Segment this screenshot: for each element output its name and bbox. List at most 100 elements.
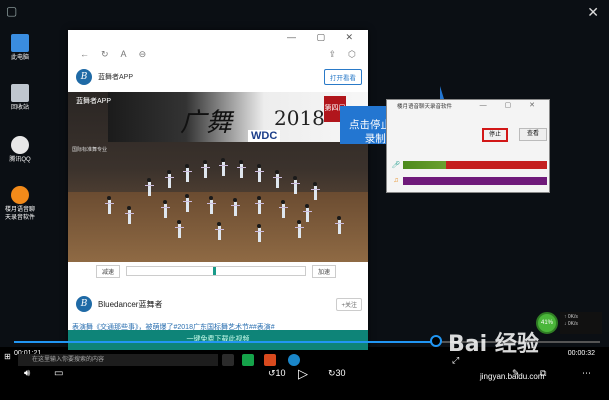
close-icon[interactable]: ✕ (587, 4, 599, 21)
headphones-icon: ♫ (393, 177, 399, 184)
subtitle-icon[interactable]: ▭ (54, 368, 63, 379)
video-player[interactable]: 广舞 2018 第四届 WDC 蓝舞者APP 国际标准舞专业 (68, 92, 368, 262)
desktop-icon-label: 楼月语音聊 天录音软件 (4, 207, 35, 221)
net-down-value: 0K/s (567, 321, 578, 327)
app-name: 蓝舞者APP (98, 74, 134, 81)
view-button[interactable]: 查看 (519, 128, 547, 141)
dancer-figure (215, 222, 224, 240)
qq-penguin-icon (11, 136, 29, 154)
dancer-figure (125, 206, 134, 224)
desktop-icon-label: 腾讯QQ (9, 157, 31, 163)
forward-30-button[interactable]: ↻30 (328, 368, 346, 379)
speed-slider-knob[interactable] (213, 267, 217, 275)
network-speed-panel: ↑ 0K/s ↓ 0K/s (560, 312, 602, 334)
mic-level-row: 🎤︎ (391, 160, 547, 169)
computer-icon (11, 34, 29, 52)
dancer-figure (231, 198, 240, 216)
author-row: B Bluedancer蓝舞者 +关注 (76, 294, 362, 314)
speaker-level-bar (403, 176, 547, 185)
share-icon[interactable]: ⇪ (329, 49, 337, 60)
font-icon[interactable]: A (121, 49, 127, 59)
task-view-icon[interactable] (222, 354, 234, 366)
video-year: 2018 (274, 106, 325, 130)
dancer-figure (279, 200, 288, 218)
video-title-calligraphy: 广舞 (180, 108, 233, 138)
progress-fill (14, 341, 436, 343)
desktop-icon-label: 回收站 (10, 105, 29, 111)
window-controls[interactable]: — ▢ ✕ (287, 32, 362, 43)
rewind-seconds: 10 (275, 368, 286, 378)
mic-level-bar (403, 160, 547, 169)
link-icon[interactable]: ⊖ (139, 49, 147, 60)
recorder-window: 楼月语音聊天录音软件 — ▢ ✕ 停止 查看 🎤︎ ♫ (386, 99, 550, 193)
volume-icon[interactable]: 🔊︎ (24, 368, 30, 379)
author-name[interactable]: Bluedancer蓝舞者 (98, 299, 162, 310)
speaker-level-row: ♫ (391, 176, 547, 185)
net-up-value: 0K/s (567, 314, 578, 320)
dancer-figure (255, 224, 264, 242)
total-time: 00:00:32 (567, 350, 595, 357)
cube-icon[interactable]: ⬡ (348, 49, 356, 60)
refresh-icon[interactable]: ↻ (101, 49, 109, 60)
dancer-figure (295, 220, 304, 238)
wechat-icon[interactable] (242, 354, 254, 366)
dancer-figure (183, 194, 192, 212)
download-bar[interactable]: 一键免费下载此视频 (68, 330, 368, 350)
progress-knob[interactable] (429, 335, 442, 347)
desktop-icon-label: 此电脑 (10, 55, 29, 61)
dancer-figure (207, 196, 216, 214)
dancer-figure (219, 158, 228, 176)
dancer-figure (183, 164, 192, 182)
more-icon[interactable]: ⋯ (582, 368, 591, 379)
dancer-figure (255, 196, 264, 214)
recorder-title: 楼月语音聊天录音软件 (397, 104, 453, 110)
slow-down-button[interactable]: 减速 (96, 264, 121, 278)
forward-seconds: 30 (335, 368, 346, 378)
window-controls[interactable]: — ▢ ✕ (480, 101, 543, 109)
dancer-figure (201, 160, 210, 178)
play-button[interactable]: ▷ (298, 366, 308, 382)
recycle-bin-icon (11, 84, 29, 102)
desktop-icon-recorder[interactable]: 楼月语音聊 天录音软件 (4, 186, 36, 222)
app-logo: B (76, 69, 92, 85)
dancer-figure (161, 200, 170, 218)
microphone-icon: 🎤︎ (391, 161, 401, 169)
baidu-watermark: Bai 经验 (448, 332, 539, 357)
author-avatar[interactable]: B (76, 296, 92, 312)
speed-slider[interactable] (126, 266, 307, 276)
dancer-figure (237, 160, 246, 178)
speed-control: 减速 加速 (68, 264, 368, 278)
taskbar-search[interactable]: 在这里输入你要搜索的内容 (18, 354, 218, 366)
app-taskbar-icon[interactable] (264, 354, 276, 366)
dancer-figure (165, 170, 174, 188)
desktop-icon-qq[interactable]: 腾讯QQ (4, 136, 36, 164)
dancer-figure (145, 178, 154, 196)
browser-toolbar: ← ↻ A ⊖ ⇪ ⬡ (68, 46, 368, 62)
recorder-taskbar-icon[interactable] (288, 354, 300, 366)
screen: ▢ ✕ 此电脑 回收站 腾讯QQ 楼月语音聊 天录音软件 — ▢ ✕ ← ↻ A… (0, 0, 609, 400)
dancer-figure (303, 204, 312, 222)
dancer-figure (335, 216, 344, 234)
window-menu-icon[interactable]: ▢ (6, 4, 22, 20)
dancer-figure (291, 176, 300, 194)
video-watermark: 蓝舞者APP (76, 98, 112, 105)
app-banner: B 蓝舞者APP 打开看看 (76, 66, 362, 88)
open-app-button[interactable]: 打开看看 (324, 69, 362, 85)
cpu-badge[interactable]: 41% (536, 312, 558, 334)
rewind-10-button[interactable]: ↺10 (268, 368, 286, 379)
dancer-figure (311, 182, 320, 200)
dancer-figure (175, 220, 184, 238)
follow-button[interactable]: +关注 (336, 297, 362, 311)
dancer-figure (273, 170, 282, 188)
back-icon[interactable]: ← (80, 49, 89, 59)
desktop-icon-recycle-bin[interactable]: 回收站 (4, 84, 36, 112)
desktop-icon-this-pc[interactable]: 此电脑 (4, 34, 36, 62)
stop-button[interactable]: 停止 (482, 128, 508, 142)
search-placeholder: 在这里输入你要搜索的内容 (32, 357, 105, 363)
festival-logo: WDC (248, 130, 281, 142)
headset-icon (11, 186, 29, 204)
windows-start-icon[interactable]: ⊞ (4, 352, 11, 361)
browser-window: — ▢ ✕ ← ↻ A ⊖ ⇪ ⬡ B 蓝舞者APP 打开看看 广舞 2018 … (68, 30, 368, 350)
speed-up-button[interactable]: 加速 (312, 264, 337, 278)
dancer-figure (105, 196, 114, 214)
